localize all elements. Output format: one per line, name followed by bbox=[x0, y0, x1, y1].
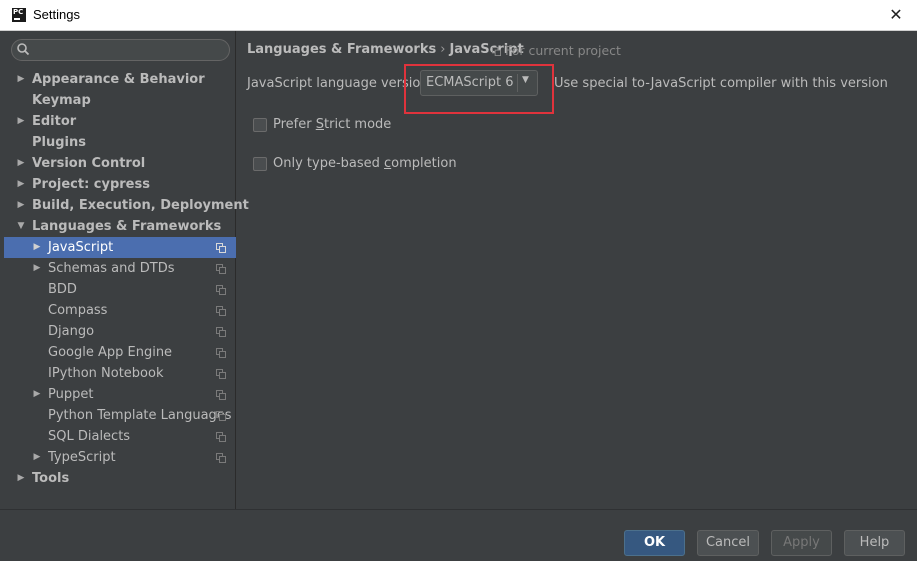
scope-label: For current project bbox=[505, 43, 621, 58]
sidebar-item-project[interactable]: ▶ Project: cypress bbox=[4, 174, 236, 195]
javascript-settings-panel: Languages & Frameworks › JavaScript For cu… bbox=[237, 31, 917, 509]
project-scope-icon bbox=[216, 264, 226, 274]
sidebar-item-version-control[interactable]: ▶ Version Control bbox=[4, 153, 236, 174]
sidebar-item-bdd[interactable]: BDD bbox=[4, 279, 236, 300]
search-icon bbox=[17, 43, 30, 56]
project-scope-icon bbox=[492, 47, 501, 56]
scope-note: For current project bbox=[492, 43, 621, 58]
sidebar-item-django[interactable]: Django bbox=[4, 321, 236, 342]
prefer-strict-mode-label[interactable]: Prefer Strict mode bbox=[273, 117, 391, 132]
expand-arrow-icon[interactable]: ▶ bbox=[32, 258, 42, 279]
apply-button[interactable]: Apply bbox=[771, 530, 832, 556]
expand-arrow-icon[interactable]: ▶ bbox=[16, 468, 26, 489]
project-scope-icon bbox=[216, 327, 226, 337]
type-based-completion-label[interactable]: Only type-based completion bbox=[273, 156, 457, 171]
expand-arrow-icon[interactable]: ▶ bbox=[16, 195, 26, 216]
project-scope-icon bbox=[216, 432, 226, 442]
project-scope-icon bbox=[216, 348, 226, 358]
title-bar: PC Settings ✕ bbox=[0, 0, 917, 31]
breadcrumb: Languages & Frameworks › JavaScript bbox=[247, 42, 524, 57]
project-scope-icon bbox=[216, 390, 226, 400]
project-scope-icon bbox=[216, 453, 226, 463]
sidebar-item-keymap[interactable]: Keymap bbox=[4, 90, 236, 111]
project-scope-icon bbox=[216, 369, 226, 379]
collapse-arrow-icon[interactable]: ▼ bbox=[16, 216, 26, 237]
breadcrumb-separator: › bbox=[440, 42, 446, 57]
sidebar-item-languages-frameworks[interactable]: ▼ Languages & Frameworks bbox=[4, 216, 236, 237]
expand-arrow-icon[interactable]: ▶ bbox=[16, 174, 26, 195]
ok-button[interactable]: OK bbox=[624, 530, 685, 556]
window-title: Settings bbox=[33, 7, 80, 22]
project-scope-icon bbox=[216, 411, 226, 421]
cancel-button[interactable]: Cancel bbox=[697, 530, 759, 556]
dialog-button-bar: OK Cancel Apply Help bbox=[0, 509, 917, 561]
sidebar-item-google-app-engine[interactable]: Google App Engine bbox=[4, 342, 236, 363]
close-icon[interactable]: ✕ bbox=[883, 2, 909, 28]
type-based-completion-checkbox[interactable] bbox=[253, 157, 267, 171]
project-scope-icon bbox=[216, 306, 226, 316]
sidebar-item-compass[interactable]: Compass bbox=[4, 300, 236, 321]
expand-arrow-icon[interactable]: ▶ bbox=[32, 237, 42, 258]
sidebar-item-typescript[interactable]: ▶ TypeScript bbox=[4, 447, 236, 468]
expand-arrow-icon[interactable]: ▶ bbox=[32, 384, 42, 405]
sidebar-item-build-execution-deployment[interactable]: ▶ Build, Execution, Deployment bbox=[4, 195, 249, 216]
language-version-hint: Use special to-JavaScript compiler with … bbox=[554, 76, 888, 91]
sidebar-item-ipython-notebook[interactable]: IPython Notebook bbox=[4, 363, 236, 384]
breadcrumb-parent: Languages & Frameworks bbox=[247, 42, 437, 57]
pycharm-app-icon: PC bbox=[12, 8, 26, 22]
expand-arrow-icon[interactable]: ▶ bbox=[16, 69, 26, 90]
project-scope-icon bbox=[216, 243, 226, 253]
sidebar-item-plugins[interactable]: Plugins bbox=[4, 132, 236, 153]
sidebar-item-schemas-dtds[interactable]: ▶ Schemas and DTDs bbox=[4, 258, 236, 279]
help-button[interactable]: Help bbox=[844, 530, 905, 556]
annotation-highlight-box bbox=[404, 64, 554, 114]
expand-arrow-icon[interactable]: ▶ bbox=[16, 153, 26, 174]
sidebar-item-editor[interactable]: ▶ Editor bbox=[4, 111, 236, 132]
sidebar-item-python-template-languages[interactable]: Python Template Languages bbox=[4, 405, 236, 426]
sidebar-item-javascript[interactable]: ▶ JavaScript bbox=[4, 237, 236, 258]
sidebar-item-tools[interactable]: ▶ Tools bbox=[4, 468, 236, 489]
sidebar-item-sql-dialects[interactable]: SQL Dialects bbox=[4, 426, 236, 447]
sidebar-item-puppet[interactable]: ▶ Puppet bbox=[4, 384, 236, 405]
settings-sidebar: ▶ Appearance & Behavior Keymap ▶ Editor … bbox=[4, 31, 249, 509]
expand-arrow-icon[interactable]: ▶ bbox=[16, 111, 26, 132]
language-version-label: JavaScript language version bbox=[247, 76, 429, 91]
search-input[interactable] bbox=[11, 39, 230, 61]
expand-arrow-icon[interactable]: ▶ bbox=[32, 447, 42, 468]
project-scope-icon bbox=[216, 285, 226, 295]
sidebar-item-appearance-behavior[interactable]: ▶ Appearance & Behavior bbox=[4, 69, 236, 90]
prefer-strict-mode-checkbox[interactable] bbox=[253, 118, 267, 132]
